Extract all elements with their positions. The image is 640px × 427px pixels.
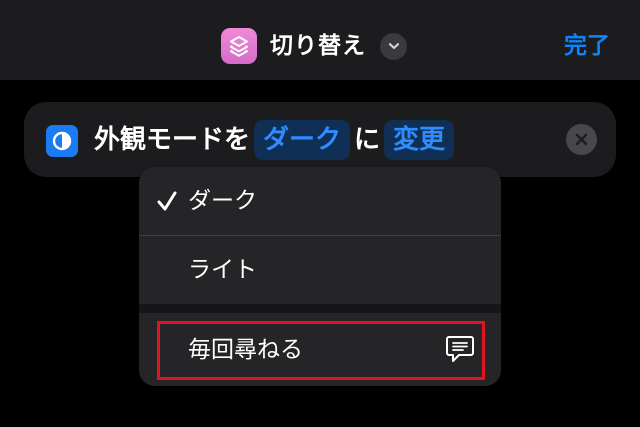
shortcut-name: 切り替え — [270, 33, 366, 59]
shortcut-editor-screen: 切り替え 完了 外観モードを ダーク に 変更 ダーク ライト 毎回尋ねる — [0, 0, 640, 427]
speech-bubble-icon — [446, 336, 474, 362]
shortcuts-layers-icon — [221, 28, 257, 64]
close-icon — [575, 133, 588, 146]
appearance-parameter[interactable]: ダーク — [254, 120, 351, 160]
appearance-menu: ダーク ライト 毎回尋ねる — [139, 167, 501, 386]
action-text-prefix: 外観モードを — [94, 125, 251, 155]
set-appearance-action: 外観モードを ダーク に 変更 — [24, 102, 616, 177]
operation-parameter[interactable]: 変更 — [384, 120, 455, 160]
menu-item-light[interactable]: ライト — [139, 236, 501, 304]
chevron-down-icon[interactable] — [380, 32, 407, 60]
checkmark-icon — [157, 191, 177, 211]
done-button[interactable]: 完了 — [564, 28, 610, 64]
menu-item-dark[interactable]: ダーク — [139, 167, 501, 235]
menu-item-label: 毎回尋ねる — [188, 337, 303, 363]
action-sentence: 外観モードを ダーク に 変更 — [94, 120, 455, 160]
remove-action-button[interactable] — [566, 124, 597, 155]
menu-section-separator — [139, 304, 501, 313]
shortcut-title-group[interactable]: 切り替え — [221, 27, 407, 65]
appearance-icon — [46, 125, 78, 157]
menu-item-label: ライト — [188, 257, 257, 283]
navigation-bar: 切り替え 完了 — [0, 0, 640, 80]
action-text-particle: に — [354, 125, 381, 155]
menu-item-ask-each-time[interactable]: 毎回尋ねる — [139, 313, 501, 386]
menu-item-label: ダーク — [188, 188, 257, 214]
